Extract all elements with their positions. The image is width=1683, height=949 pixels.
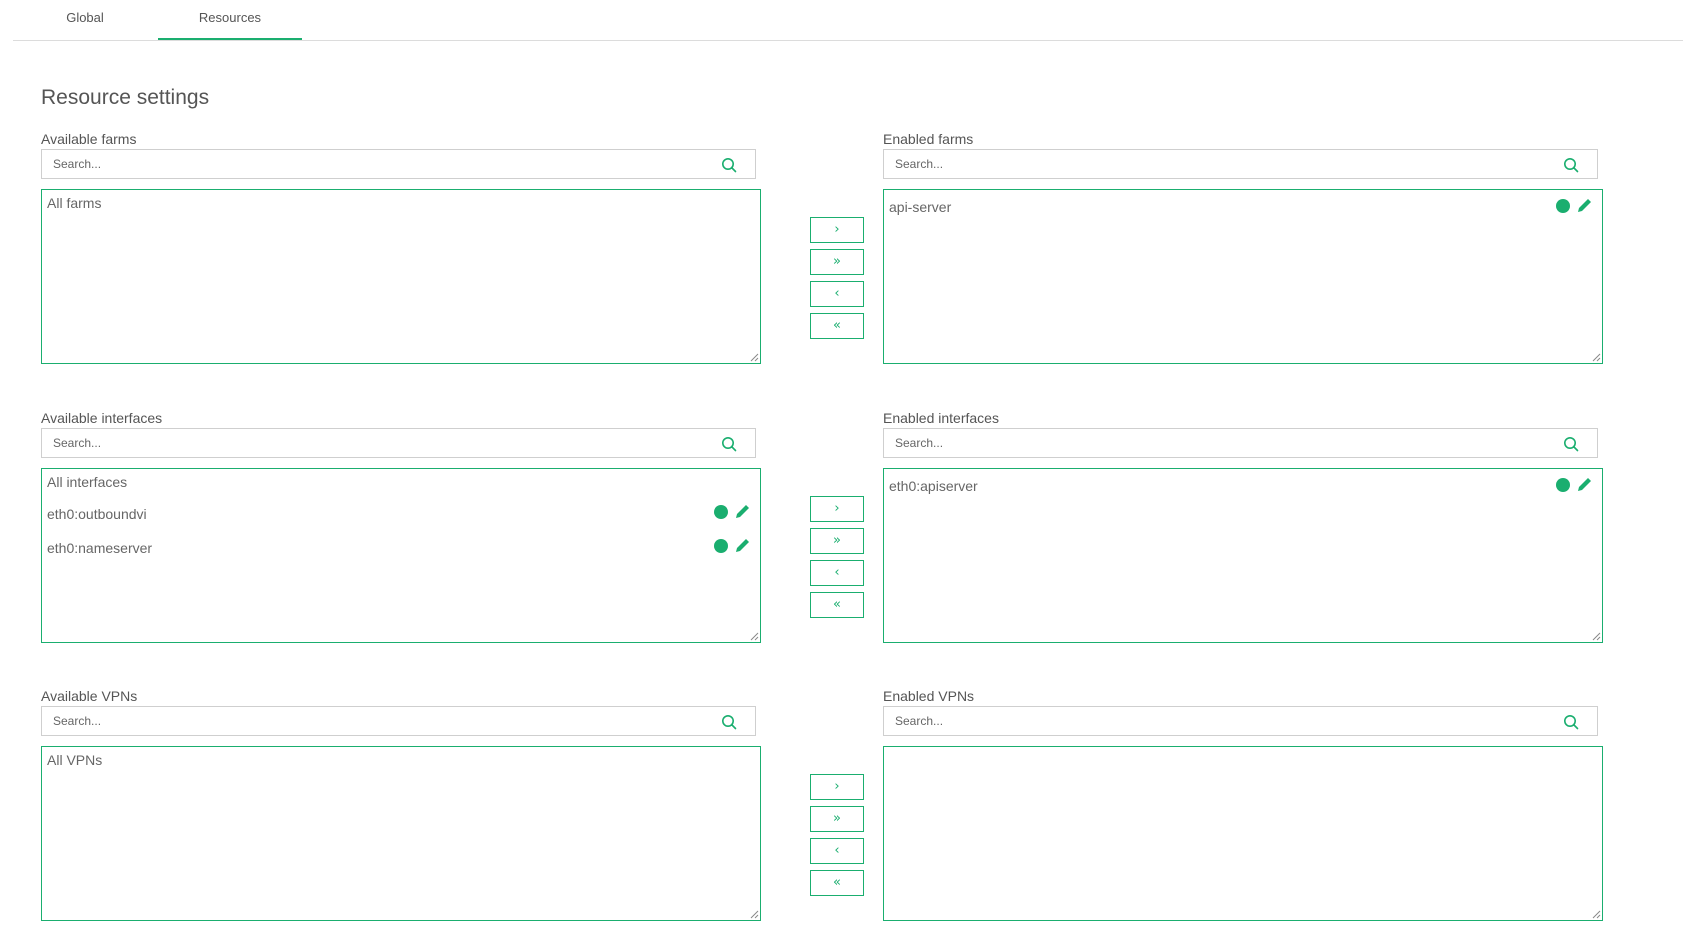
search-input[interactable] [42, 429, 695, 457]
move-all-right-button[interactable]: » [810, 806, 864, 832]
available-vpns-list[interactable]: All VPNs [41, 746, 761, 921]
status-dot-icon [1556, 478, 1570, 492]
move-all-right-button[interactable]: » [810, 249, 864, 275]
item-actions [1556, 195, 1596, 215]
search-icon[interactable] [1563, 714, 1579, 730]
enabled-vpns-label: Enabled VPNs [883, 688, 975, 704]
item-actions [714, 535, 754, 555]
enabled-interfaces-label: Enabled interfaces [883, 410, 999, 426]
search-input[interactable] [884, 150, 1537, 178]
move-right-button[interactable]: › [810, 217, 864, 243]
edit-pencil-icon[interactable] [1576, 475, 1594, 493]
edit-pencil-icon[interactable] [1576, 196, 1594, 214]
available-farms-list[interactable]: All farms [41, 189, 761, 364]
interfaces-transfer-buttons: › » ‹ « [810, 496, 864, 624]
search-icon[interactable] [1563, 157, 1579, 173]
tab-global[interactable]: Global [13, 0, 157, 39]
resize-handle-icon[interactable] [750, 910, 759, 919]
vpns-transfer-buttons: › » ‹ « [810, 774, 864, 902]
enabled-vpns-search [883, 706, 1598, 736]
available-farms-search [41, 149, 756, 179]
list-item[interactable]: eth0:outboundvi [47, 506, 147, 522]
list-item[interactable]: All interfaces [47, 474, 127, 490]
move-all-left-button[interactable]: « [810, 313, 864, 339]
move-right-button[interactable]: › [810, 774, 864, 800]
status-dot-icon [714, 539, 728, 553]
list-item[interactable]: eth0:nameserver [47, 540, 152, 556]
available-interfaces-search [41, 428, 756, 458]
search-input[interactable] [884, 707, 1537, 735]
item-actions [714, 501, 754, 521]
enabled-interfaces-list[interactable]: eth0:apiserver [883, 468, 1603, 643]
enabled-farms-list[interactable]: api-server [883, 189, 1603, 364]
available-interfaces-label: Available interfaces [41, 410, 163, 426]
resize-handle-icon[interactable] [1592, 632, 1601, 641]
enabled-farms-search [883, 149, 1598, 179]
enabled-farms-label: Enabled farms [883, 131, 974, 147]
list-item[interactable]: api-server [889, 199, 951, 215]
move-left-button[interactable]: ‹ [810, 560, 864, 586]
resize-handle-icon[interactable] [1592, 910, 1601, 919]
search-icon[interactable] [1563, 436, 1579, 452]
search-icon[interactable] [721, 157, 737, 173]
resize-handle-icon[interactable] [750, 632, 759, 641]
move-left-button[interactable]: ‹ [810, 838, 864, 864]
search-input[interactable] [884, 429, 1537, 457]
move-right-button[interactable]: › [810, 496, 864, 522]
list-item[interactable]: eth0:apiserver [889, 478, 978, 494]
available-interfaces-list[interactable]: All interfaces eth0:outboundvi eth0:name… [41, 468, 761, 643]
status-dot-icon [1556, 199, 1570, 213]
tab-resources[interactable]: Resources [158, 0, 302, 40]
list-item[interactable]: All farms [47, 195, 101, 211]
tab-bar: Global Resources [13, 0, 1683, 41]
move-all-left-button[interactable]: « [810, 592, 864, 618]
status-dot-icon [714, 505, 728, 519]
resize-handle-icon[interactable] [1592, 353, 1601, 362]
search-input[interactable] [42, 150, 695, 178]
search-icon[interactable] [721, 436, 737, 452]
move-all-left-button[interactable]: « [810, 870, 864, 896]
enabled-interfaces-search [883, 428, 1598, 458]
edit-pencil-icon[interactable] [734, 502, 752, 520]
resize-handle-icon[interactable] [750, 353, 759, 362]
search-icon[interactable] [721, 714, 737, 730]
farms-transfer-buttons: › » ‹ « [810, 217, 864, 345]
search-input[interactable] [42, 707, 695, 735]
edit-pencil-icon[interactable] [734, 536, 752, 554]
available-vpns-search [41, 706, 756, 736]
move-left-button[interactable]: ‹ [810, 281, 864, 307]
page-title: Resource settings [41, 86, 210, 109]
available-farms-label: Available farms [41, 131, 137, 147]
enabled-vpns-list[interactable] [883, 746, 1603, 921]
item-actions [1556, 474, 1596, 494]
list-item[interactable]: All VPNs [47, 752, 102, 768]
available-vpns-label: Available VPNs [41, 688, 138, 704]
move-all-right-button[interactable]: » [810, 528, 864, 554]
